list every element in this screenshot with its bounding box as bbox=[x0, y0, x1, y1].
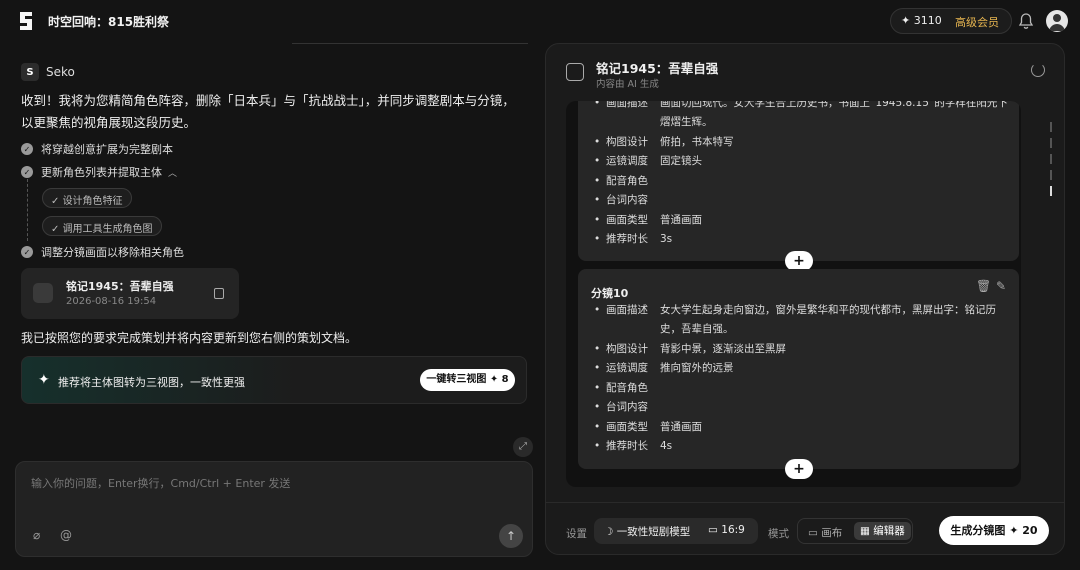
shot-row: • 运镜调度 固定镜头 bbox=[594, 155, 702, 167]
nav-tick-active[interactable] bbox=[1050, 186, 1052, 196]
shot-row: • 构图设计 俯拍，书本特写 bbox=[594, 136, 734, 148]
shot-card: 分镜10 🗑 ✎ • 画面描述 女大学生起身走向窗边，窗外是繁华和平的现代都市，黑屏… bbox=[578, 269, 1019, 469]
check-icon: ✓ bbox=[51, 224, 63, 235]
add-shot-button[interactable]: + bbox=[785, 251, 813, 271]
film-icon: ▦ bbox=[860, 525, 874, 537]
settings-label: 设置 bbox=[566, 528, 587, 540]
panel-footer: 设置 ☽ 一致性短剧模型 ▭ 16:9 模式 ▭ 画布 ▦ 编辑器 生成分镜图 … bbox=[546, 502, 1064, 554]
avatar[interactable] bbox=[1046, 10, 1068, 32]
shot-row: • 推荐时长 3s bbox=[594, 233, 673, 245]
shot-row: • 画面描述 女大学生起身走向窗边，窗外是繁华和平的现代都市，黑屏出字：铭记历史，吾… bbox=[594, 304, 996, 335]
nav-tick[interactable] bbox=[1050, 154, 1052, 164]
recommendation-text: 推荐将主体图转为三视图，一致性更强 bbox=[58, 376, 245, 389]
document-icon bbox=[33, 283, 53, 303]
document-date: 2026-08-16 19:54 bbox=[66, 296, 157, 307]
refresh-icon[interactable] bbox=[1031, 63, 1045, 77]
aspect-ratio-icon: ▭ bbox=[708, 524, 722, 536]
aspect-ratio[interactable]: 16:9 bbox=[721, 524, 745, 536]
substep-label: 设计角色特征 bbox=[62, 196, 123, 207]
credits-badge[interactable]: ✦ 3110 高级会员 bbox=[890, 8, 1012, 34]
document-icon bbox=[566, 63, 584, 81]
shot-row: • 画面类型 普通画面 bbox=[594, 421, 702, 433]
input-placeholder: 输入你的问题，Enter换行，Cmd/Ctrl + Enter 发送 bbox=[31, 477, 291, 490]
step-item[interactable]: ✓ 更新角色列表并提取主体 ︿ bbox=[21, 164, 177, 180]
shot-title: 分镜10 bbox=[591, 287, 629, 300]
edit-icon[interactable]: ✎ bbox=[996, 279, 1006, 293]
chat-column: S Seko 收到！我将为您精简角色阵容，删除「日本兵」与「抗战战士」，并同步调… bbox=[0, 42, 545, 570]
trash-icon[interactable]: 🗑 bbox=[976, 279, 991, 293]
nav-tick[interactable] bbox=[1050, 122, 1052, 132]
check-icon: ✓ bbox=[51, 196, 63, 207]
shot-row: • 运镜调度 推向窗外的远景 bbox=[594, 362, 734, 374]
user-icon bbox=[1049, 14, 1065, 31]
model-selector[interactable]: ☽ 一致性短剧模型 ▭ 16:9 bbox=[594, 518, 758, 544]
credits-count: ✦ 3110 bbox=[901, 14, 942, 27]
document-card[interactable]: 铭记1945：吾辈自强 2026-08-16 19:54 bbox=[21, 268, 239, 319]
substep-connector bbox=[27, 179, 28, 241]
bell-icon[interactable] bbox=[1018, 12, 1034, 30]
document-title: 铭记1945：吾辈自强 bbox=[66, 280, 174, 293]
editor-tab[interactable]: ▦ 编辑器 bbox=[854, 522, 911, 540]
canvas-tab[interactable]: ▭ 画布 bbox=[808, 525, 842, 540]
model-icon: ☽ bbox=[604, 526, 617, 538]
vip-label[interactable]: 高级会员 bbox=[955, 14, 999, 30]
step-label: 调整分镜画面以移除相关角色 bbox=[41, 246, 184, 259]
chevron-up-icon[interactable]: ︿ bbox=[168, 166, 177, 179]
step-label: 更新角色列表并提取主体 bbox=[41, 166, 162, 179]
monitor-icon: ▭ bbox=[808, 527, 822, 539]
step-label: 将穿越创意扩展为完整剧本 bbox=[41, 143, 173, 156]
panel-title: 铭记1945：吾辈自强 bbox=[596, 61, 719, 76]
shot-card: • 画面描述 画面切回现代。女大学生合上历史书，书面上“1945.8.15”的字样在… bbox=[578, 101, 1019, 261]
nav-tick[interactable] bbox=[1050, 138, 1052, 148]
storyboard-panel: 铭记1945：吾辈自强 内容由 AI 生成 • 画面描述 画面切回现代。女大学生合上… bbox=[545, 43, 1065, 555]
divider bbox=[292, 43, 528, 44]
attachment-icon[interactable]: ⌀ bbox=[33, 528, 40, 542]
seko-logo-icon[interactable] bbox=[17, 10, 35, 32]
shot-row: • 台词内容 bbox=[594, 194, 648, 206]
copy-icon[interactable] bbox=[214, 288, 224, 299]
shot-row: • 台词内容 bbox=[594, 401, 648, 413]
shot-row: • 推荐时长 4s bbox=[594, 440, 673, 452]
send-button[interactable]: ↑ bbox=[499, 524, 523, 548]
shot-row: • 配音角色 bbox=[594, 175, 648, 187]
model-name: 一致性短剧模型 bbox=[616, 526, 691, 538]
generate-storyboard-button[interactable]: 生成分镜图 ✦ 20 bbox=[939, 516, 1049, 545]
shot-navigator[interactable] bbox=[1049, 122, 1053, 202]
check-icon: ✓ bbox=[21, 166, 33, 178]
step-item: ✓ 调整分镜画面以移除相关角色 bbox=[21, 244, 184, 260]
shot-row: • 配音角色 bbox=[594, 382, 648, 394]
check-icon: ✓ bbox=[21, 143, 33, 155]
storyboard-scroll[interactable]: • 画面描述 画面切回现代。女大学生合上历史书，书面上“1945.8.15”的字样在… bbox=[566, 101, 1021, 487]
add-shot-button[interactable]: + bbox=[785, 459, 813, 479]
panel-subtitle: 内容由 AI 生成 bbox=[596, 79, 659, 90]
nav-tick[interactable] bbox=[1050, 170, 1052, 180]
agent-followup: 我已按照您的要求完成策划并将内容更新到您右侧的策划文档。 bbox=[21, 331, 358, 345]
mode-label: 模式 bbox=[768, 528, 789, 540]
substep-label: 调用工具生成角色图 bbox=[62, 224, 153, 235]
project-title: 时空回响：815胜利祭 bbox=[48, 15, 170, 29]
agent-message: 收到！我将为您精简角色阵容，删除「日本兵」与「抗战战士」，并同步调整剧本与分镜，… bbox=[21, 93, 515, 130]
seko-avatar-icon: S bbox=[21, 63, 39, 81]
substep-chip: ✓ 调用工具生成角色图 bbox=[42, 216, 162, 236]
chat-input[interactable]: 输入你的问题，Enter换行，Cmd/Ctrl + Enter 发送 ⌀ @ ↑ bbox=[15, 461, 533, 557]
step-item: ✓ 将穿越创意扩展为完整剧本 bbox=[21, 141, 173, 157]
sparkle-icon: ✦ bbox=[38, 372, 50, 388]
shot-row: • 画面类型 普通画面 bbox=[594, 214, 702, 226]
shot-row: • 画面描述 画面切回现代。女大学生合上历史书，书面上“1945.8.15”的字样在… bbox=[594, 101, 1008, 128]
expand-icon[interactable]: ⤢ bbox=[513, 437, 533, 457]
convert-three-view-button[interactable]: 一键转三视图 ✦ 8 bbox=[420, 369, 515, 391]
recommendation-banner: ✦ 推荐将主体图转为三视图，一致性更强 一键转三视图 ✦ 8 bbox=[21, 356, 527, 404]
mention-icon[interactable]: @ bbox=[60, 528, 72, 542]
top-bar: 时空回响：815胜利祭 ✦ 3110 高级会员 bbox=[0, 0, 1080, 42]
agent-name: Seko bbox=[46, 65, 75, 79]
substep-chip: ✓ 设计角色特征 bbox=[42, 188, 132, 208]
check-icon: ✓ bbox=[21, 246, 33, 258]
mode-switch[interactable]: ▭ 画布 ▦ 编辑器 bbox=[797, 518, 913, 544]
shot-row: • 构图设计 背影中景，逐渐淡出至黑屏 bbox=[594, 343, 786, 355]
